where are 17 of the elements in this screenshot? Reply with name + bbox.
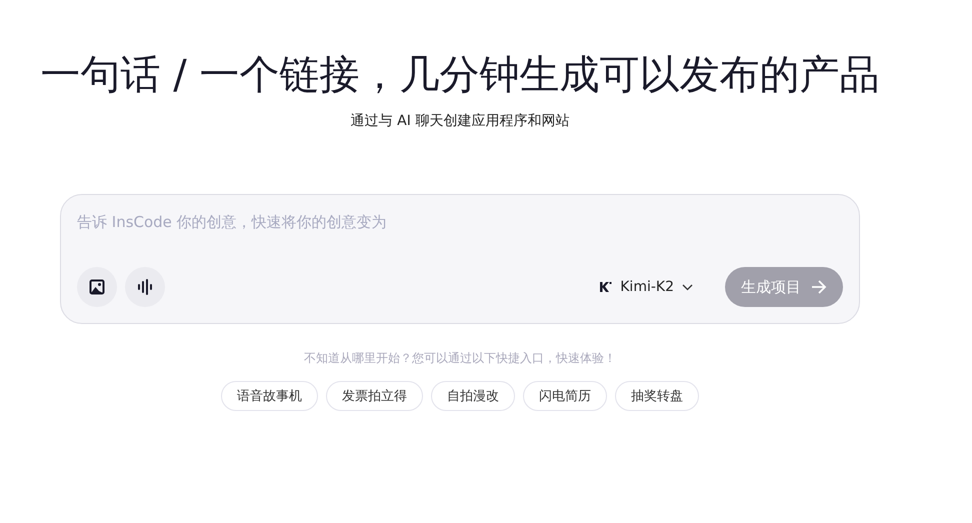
model-selector[interactable]: Kimi-K2 xyxy=(593,278,699,296)
image-upload-button[interactable] xyxy=(77,267,117,307)
arrow-right-icon xyxy=(811,280,827,294)
voice-input-button[interactable] xyxy=(125,267,165,307)
subtitle: 通过与 AI 聊天创建应用程序和网站 xyxy=(350,112,570,130)
hint-text: 不知道从哪里开始？您可以通过以下快捷入口，快速体验！ xyxy=(304,350,616,367)
shortcut-chip[interactable]: 抽奖转盘 xyxy=(615,381,699,411)
shortcut-chip[interactable]: 发票拍立得 xyxy=(326,381,423,411)
model-logo-icon xyxy=(599,281,612,293)
shortcut-chip[interactable]: 自拍漫改 xyxy=(431,381,515,411)
audio-wave-icon xyxy=(137,279,153,295)
shortcut-chip[interactable]: 语音故事机 xyxy=(221,381,318,411)
headline: 一句话 / 一个链接，几分钟生成可以发布的产品 xyxy=(40,51,880,100)
prompt-field[interactable]: 告诉 InsCode 你的创意，快速将你的创意变为 xyxy=(77,213,843,237)
image-icon xyxy=(89,279,105,295)
chevron-down-icon xyxy=(682,284,693,290)
shortcut-chip[interactable]: 闪电简历 xyxy=(523,381,607,411)
